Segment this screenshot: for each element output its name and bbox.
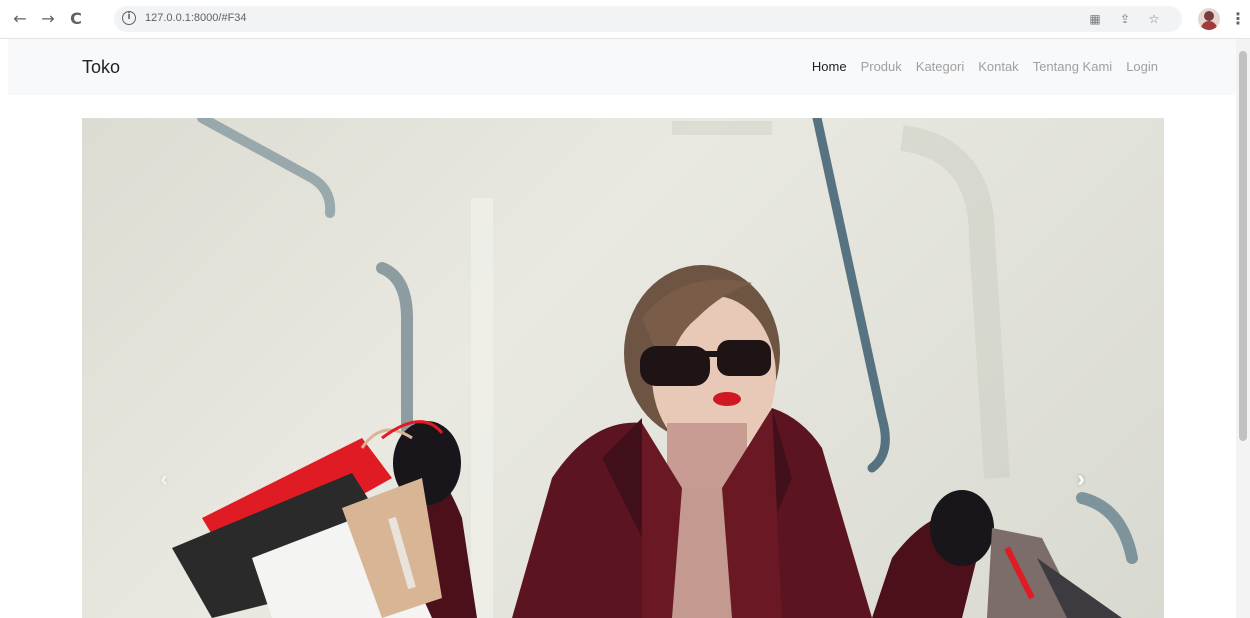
nav-tentang-kami[interactable]: Tentang Kami xyxy=(1033,59,1113,74)
share-icon[interactable]: ⇪ xyxy=(1117,11,1133,27)
scrollbar-thumb[interactable] xyxy=(1239,51,1247,441)
nav-kategori[interactable]: Kategori xyxy=(916,59,964,74)
site-info-icon[interactable]: i xyxy=(122,11,136,25)
nav-produk[interactable]: Produk xyxy=(861,59,902,74)
page-scrollbar[interactable] xyxy=(1236,39,1250,618)
nav-kontak[interactable]: Kontak xyxy=(978,59,1018,74)
site-navbar: Toko Home Produk Kategori Kontak Tentang… xyxy=(8,39,1236,95)
nav-home[interactable]: Home xyxy=(812,59,847,74)
forward-arrow-icon[interactable]: → xyxy=(38,9,58,29)
profile-avatar[interactable] xyxy=(1198,8,1220,30)
browser-menu-icon[interactable]: ⋮ xyxy=(1230,9,1246,29)
carousel-next-button[interactable]: › xyxy=(1069,464,1093,494)
hero-carousel: ‹ › xyxy=(82,118,1164,618)
url-text[interactable]: 127.0.0.1:8000/#F34 xyxy=(145,12,247,24)
browser-toolbar: ← → C i 127.0.0.1:8000/#F34 ▦ ⇪ ☆ ⋮ xyxy=(0,0,1250,39)
nav-login[interactable]: Login xyxy=(1126,59,1158,74)
brand-link[interactable]: Toko xyxy=(82,57,120,78)
back-arrow-icon[interactable]: ← xyxy=(10,9,30,29)
hero-slide-image xyxy=(172,118,1138,618)
reload-icon[interactable]: C xyxy=(66,9,86,29)
nav-menu: Home Produk Kategori Kontak Tentang Kami… xyxy=(812,59,1158,74)
address-bar[interactable]: i 127.0.0.1:8000/#F34 ▦ ⇪ ☆ xyxy=(114,6,1182,32)
bookmark-star-icon[interactable]: ☆ xyxy=(1146,11,1162,27)
translate-icon[interactable]: ▦ xyxy=(1087,11,1103,27)
page-viewport: Toko Home Produk Kategori Kontak Tentang… xyxy=(0,39,1236,618)
carousel-prev-button[interactable]: ‹ xyxy=(152,464,176,494)
